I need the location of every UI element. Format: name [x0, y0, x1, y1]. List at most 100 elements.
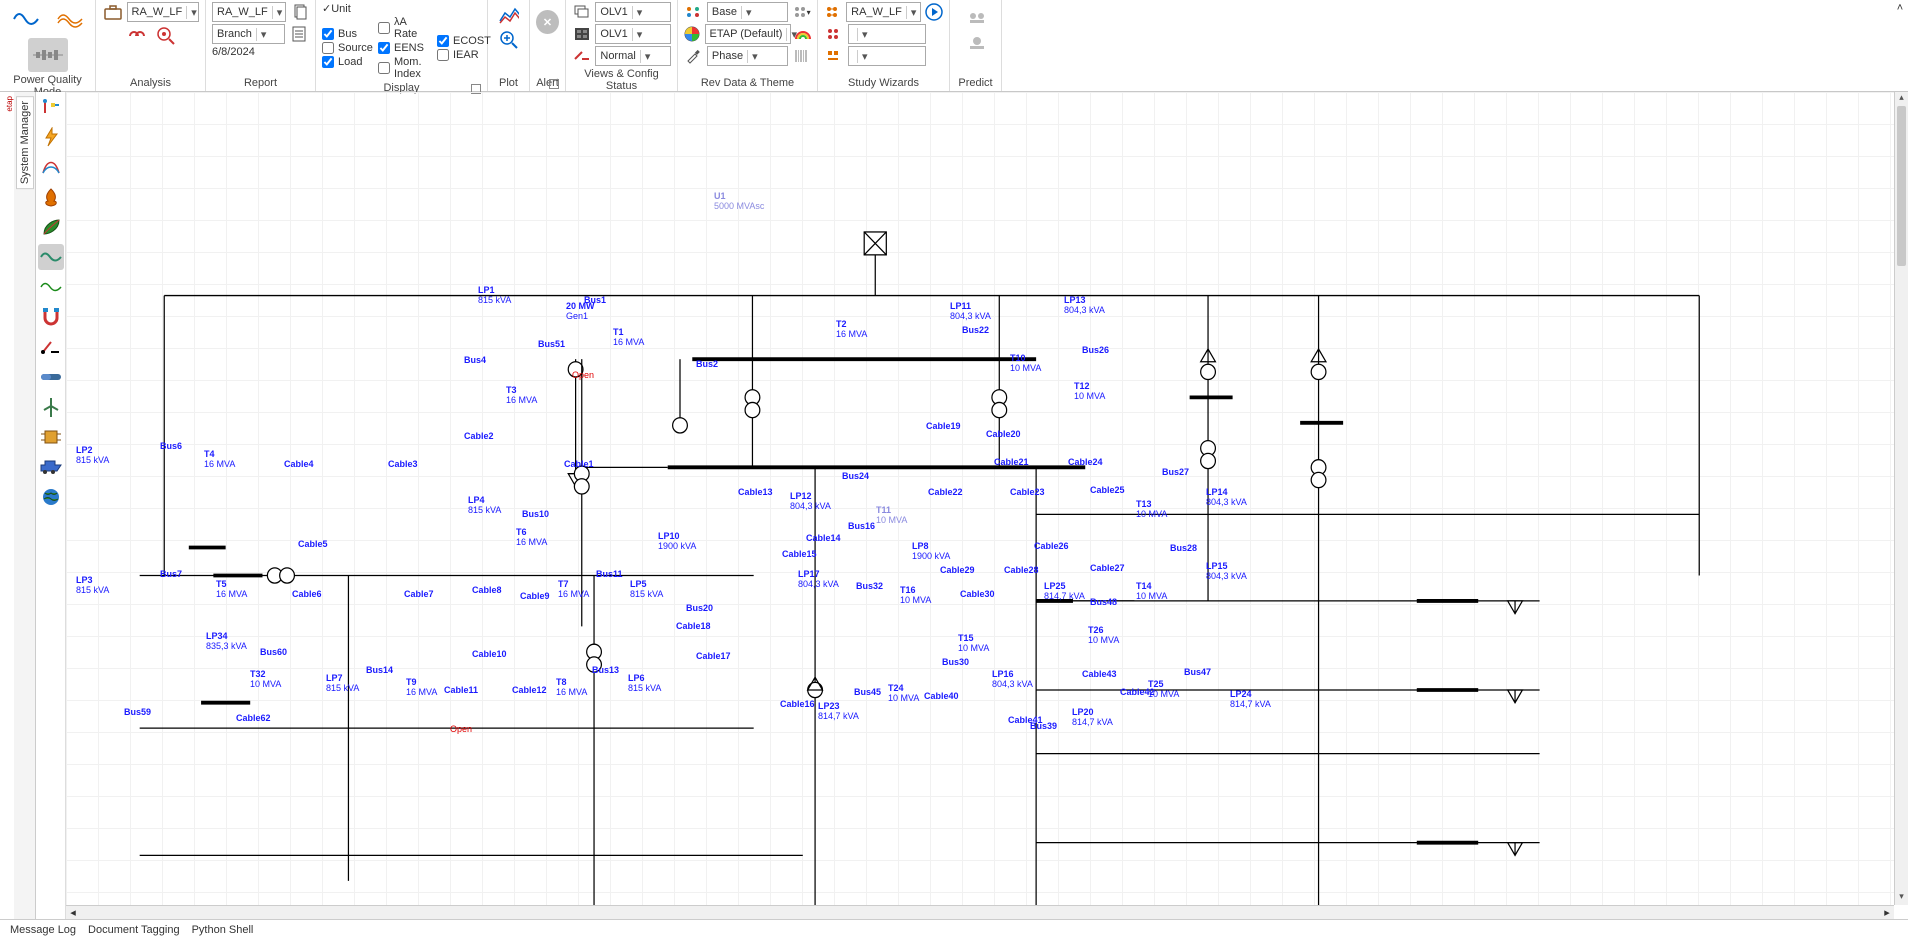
- report-type-combo[interactable]: Branch▾: [212, 24, 285, 44]
- node-T4[interactable]: T416 MVA: [204, 450, 235, 470]
- node-Gen1[interactable]: 20 MWGen1: [566, 302, 595, 322]
- node-Cable14[interactable]: Cable14: [806, 534, 841, 544]
- node-Cable7[interactable]: Cable7: [404, 590, 434, 600]
- node-LP6[interactable]: LP6815 kVA: [628, 674, 661, 694]
- status-python-shell[interactable]: Python Shell: [192, 924, 254, 936]
- rev-data-combo[interactable]: Base▾: [707, 2, 788, 22]
- node-T25[interactable]: T2510 MVA: [1148, 680, 1179, 700]
- wiz-case-combo[interactable]: RA_W_LF▾: [846, 2, 921, 22]
- rev-coloring-combo[interactable]: Phase▾: [707, 46, 788, 66]
- one-line-diagram[interactable]: U15000 MVAsc Bus1 Bus2 Bus51 20 MWGen1 O…: [66, 92, 1908, 919]
- wiz1-icon[interactable]: [824, 2, 842, 22]
- display-unit-label[interactable]: Unit: [331, 3, 351, 15]
- node-T7[interactable]: T716 MVA: [558, 580, 589, 600]
- horizontal-scrollbar[interactable]: ◂ ▸: [66, 905, 1894, 919]
- tool-branch-icon[interactable]: [38, 94, 64, 120]
- node-Cable3[interactable]: Cable3: [388, 460, 418, 470]
- tool-magnet-icon[interactable]: [38, 304, 64, 330]
- nodes-grey-icon[interactable]: ▾: [792, 2, 811, 22]
- node-Cable5[interactable]: Cable5: [298, 540, 328, 550]
- ribbon-collapse-icon[interactable]: ˄: [1892, 0, 1908, 91]
- node-Bus39[interactable]: Bus39: [1030, 722, 1057, 732]
- wiz3-icon[interactable]: [824, 46, 844, 66]
- chk-mom[interactable]: [378, 62, 390, 74]
- tool-chip-icon[interactable]: [38, 424, 64, 450]
- node-Bus48[interactable]: Bus48: [1090, 598, 1117, 608]
- node-T8[interactable]: T816 MVA: [556, 678, 587, 698]
- node-Cable16[interactable]: Cable16: [780, 700, 815, 710]
- barcode-icon[interactable]: [792, 46, 811, 66]
- node-LP4[interactable]: LP4815 kVA: [468, 496, 501, 516]
- node-LP14[interactable]: LP14804,3 kVA: [1206, 488, 1247, 508]
- switch-open-2[interactable]: Open: [450, 724, 472, 734]
- node-LP15[interactable]: LP15804,3 kVA: [1206, 562, 1247, 582]
- node-Cable15[interactable]: Cable15: [782, 550, 817, 560]
- wiz2-icon[interactable]: [824, 24, 844, 44]
- chk-load[interactable]: [322, 56, 334, 68]
- node-Cable62[interactable]: Cable62: [236, 714, 271, 724]
- analysis-case-combo[interactable]: RA_W_LF▾: [127, 2, 199, 22]
- node-LP20[interactable]: LP20814,7 kVA: [1072, 708, 1113, 728]
- node-LP12[interactable]: LP12804,3 kVA: [790, 492, 831, 512]
- waveform-orange-icon[interactable]: [50, 2, 90, 36]
- node-Cable8[interactable]: Cable8: [472, 586, 502, 596]
- node-Cable21[interactable]: Cable21: [994, 458, 1029, 468]
- node-Cable1[interactable]: Cable1: [564, 460, 594, 470]
- vertical-scrollbar[interactable]: ▴ ▾: [1894, 92, 1908, 905]
- node-Cable2[interactable]: Cable2: [464, 432, 494, 442]
- node-Bus14[interactable]: Bus14: [366, 666, 393, 676]
- node-Bus47[interactable]: Bus47: [1184, 668, 1211, 678]
- copy-doc-icon[interactable]: [290, 2, 309, 22]
- node-T26[interactable]: T2610 MVA: [1088, 626, 1119, 646]
- node-Cable28[interactable]: Cable28: [1004, 566, 1039, 576]
- rev-theme-combo[interactable]: ETAP (Default)▾: [705, 24, 791, 44]
- node-T6[interactable]: T616 MVA: [516, 528, 547, 548]
- tool-leaf-icon[interactable]: [38, 214, 64, 240]
- scroll-down-icon[interactable]: ▾: [1895, 891, 1908, 905]
- node-Bus16[interactable]: Bus16: [848, 522, 875, 532]
- node-Bus11[interactable]: Bus11: [596, 570, 623, 580]
- node-Cable23[interactable]: Cable23: [1010, 488, 1045, 498]
- node-T10[interactable]: T1010 MVA: [1010, 354, 1041, 374]
- status-message-log[interactable]: Message Log: [10, 924, 76, 936]
- node-Cable11[interactable]: Cable11: [444, 686, 478, 696]
- node-T11[interactable]: T1110 MVA: [876, 506, 907, 526]
- node-Cable25[interactable]: Cable25: [1090, 486, 1125, 496]
- node-T2[interactable]: T216 MVA: [836, 320, 867, 340]
- plot-icon[interactable]: [499, 6, 519, 26]
- node-T32[interactable]: T3210 MVA: [250, 670, 281, 690]
- node-Bus27[interactable]: Bus27: [1162, 468, 1189, 478]
- node-Bus30[interactable]: Bus30: [942, 658, 969, 668]
- tool-reliability-icon[interactable]: [38, 244, 64, 270]
- tool-wave-green-icon[interactable]: [38, 274, 64, 300]
- tool-switch-icon[interactable]: [38, 334, 64, 360]
- node-T24[interactable]: T2410 MVA: [888, 684, 919, 704]
- node-LP25[interactable]: LP25814,7 kVA: [1044, 582, 1085, 602]
- node-Bus28[interactable]: Bus28: [1170, 544, 1197, 554]
- node-Cable26[interactable]: Cable26: [1034, 542, 1069, 552]
- node-Bus26[interactable]: Bus26: [1082, 346, 1109, 356]
- node-T16[interactable]: T1610 MVA: [900, 586, 931, 606]
- node-T14[interactable]: T1410 MVA: [1136, 582, 1167, 602]
- node-Cable12[interactable]: Cable12: [512, 686, 547, 696]
- node-LP23[interactable]: LP23814,7 kVA: [818, 702, 859, 722]
- node-Bus24[interactable]: Bus24: [842, 472, 869, 482]
- scroll-up-icon[interactable]: ▴: [1895, 92, 1908, 106]
- node-Bus4[interactable]: Bus4: [464, 356, 486, 366]
- node-Cable40[interactable]: Cable40: [924, 692, 959, 702]
- node-LP8[interactable]: LP81900 kVA: [912, 542, 950, 562]
- chk-eens[interactable]: [378, 42, 390, 54]
- vscroll-thumb[interactable]: [1897, 106, 1906, 266]
- node-Cable43[interactable]: Cable43: [1082, 670, 1117, 680]
- node-LP2[interactable]: LP2815 kVA: [76, 446, 109, 466]
- node-Bus6[interactable]: Bus6: [160, 442, 182, 452]
- node-Bus20[interactable]: Bus20: [686, 604, 713, 614]
- node-Cable24[interactable]: Cable24: [1068, 458, 1103, 468]
- node-Cable27[interactable]: Cable27: [1090, 564, 1125, 574]
- node-U1[interactable]: U15000 MVAsc: [714, 192, 764, 212]
- node-Bus45[interactable]: Bus45: [854, 688, 881, 698]
- tool-curves-icon[interactable]: [38, 154, 64, 180]
- waveform-blue-icon[interactable]: [6, 2, 46, 36]
- node-LP10[interactable]: LP101900 kVA: [658, 532, 696, 552]
- wiz-combo3[interactable]: ▾: [848, 46, 926, 66]
